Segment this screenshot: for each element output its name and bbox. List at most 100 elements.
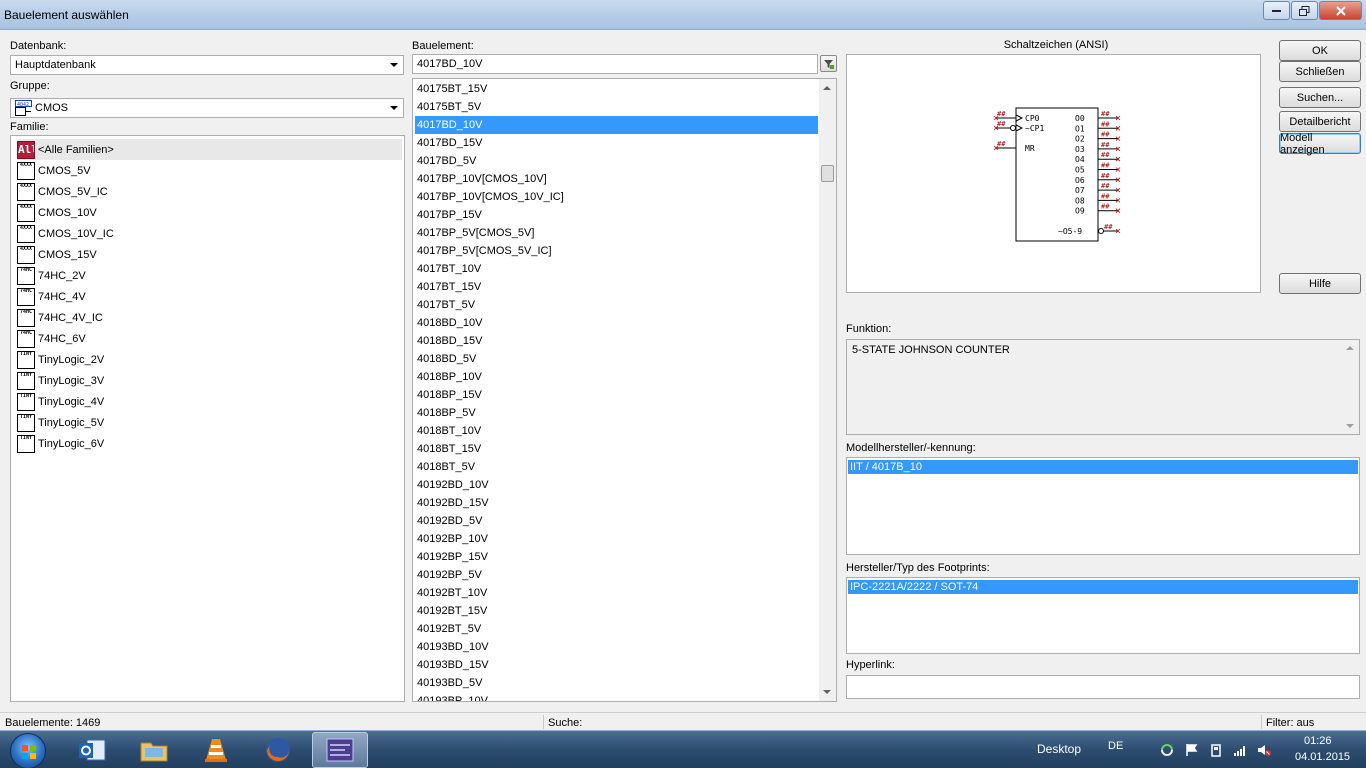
- component-item[interactable]: 40192BT_5V: [415, 620, 818, 638]
- show-model-button[interactable]: Modell anzeigen: [1279, 132, 1361, 156]
- component-item[interactable]: 40193BD_10V: [415, 638, 818, 656]
- family-label: CMOS_10V: [38, 206, 97, 219]
- taskbar-firefox[interactable]: [250, 732, 306, 768]
- footprint-selected-item[interactable]: IPC-2221A/2222 / SOT-74: [848, 580, 1358, 594]
- component-item[interactable]: 40192BP_15V: [415, 548, 818, 566]
- start-button[interactable]: [10, 733, 46, 768]
- component-item[interactable]: 4017BD_15V: [415, 134, 818, 152]
- component-item[interactable]: 4018BP_15V: [415, 386, 818, 404]
- family-item[interactable]: 4XXX CMOS_5V_IC: [17, 181, 402, 202]
- component-item[interactable]: 4017BP_10V[CMOS_10V]: [415, 170, 818, 188]
- network-sync-icon[interactable]: [1160, 743, 1174, 757]
- taskbar-explorer[interactable]: [126, 732, 182, 768]
- family-item[interactable]: 4XXX CMOS_5V: [17, 160, 402, 181]
- component-item[interactable]: 4018BP_5V: [415, 404, 818, 422]
- taskbar-vlc[interactable]: [188, 732, 244, 768]
- scrollbar-thumb[interactable]: [821, 165, 834, 182]
- component-item[interactable]: 4017BT_5V: [415, 296, 818, 314]
- bauelement-search-input[interactable]: 4017BD_10V: [412, 54, 818, 74]
- family-item[interactable]: 4XXX CMOS_15V: [17, 244, 402, 265]
- search-button[interactable]: Suchen...: [1279, 87, 1361, 108]
- datenbank-select[interactable]: Hauptdatenbank: [10, 55, 404, 75]
- scroll-down-icon[interactable]: [823, 690, 831, 694]
- vlc-icon: [205, 739, 227, 762]
- family-item[interactable]: All<Alle Familien>: [17, 139, 402, 160]
- close-button[interactable]: Schließen: [1279, 61, 1361, 82]
- component-item[interactable]: 40193BP_10V: [415, 692, 818, 701]
- minimize-button[interactable]: [1263, 1, 1290, 20]
- component-list[interactable]: 40175BT_15V 40175BT_5V 4017BD_10V 4017BD_15…: [412, 78, 837, 702]
- scroll-up-icon[interactable]: [1346, 346, 1354, 350]
- component-item[interactable]: 40192BT_15V: [415, 602, 818, 620]
- taskbar-multisim[interactable]: [312, 732, 368, 768]
- component-list-scrollbar[interactable]: [819, 79, 836, 701]
- component-item[interactable]: 4018BD_15V: [415, 332, 818, 350]
- clock-time[interactable]: 01:26: [1304, 735, 1332, 747]
- component-item[interactable]: 4018BT_5V: [415, 458, 818, 476]
- gruppe-select[interactable]: 4042 CMOS: [10, 98, 404, 118]
- component-item[interactable]: 4018BT_15V: [415, 440, 818, 458]
- family-item[interactable]: 74HC 74HC_6V: [17, 328, 402, 349]
- maximize-button[interactable]: [1291, 1, 1318, 20]
- component-item[interactable]: 40193BD_5V: [415, 674, 818, 692]
- volume-muted-icon[interactable]: [1257, 743, 1271, 757]
- title-bar[interactable]: Bauelement auswählen: [0, 0, 1366, 30]
- component-item[interactable]: 4017BT_15V: [415, 278, 818, 296]
- family-item[interactable]: 74HC 74HC_4V_IC: [17, 307, 402, 328]
- funktion-field[interactable]: 5-STATE JOHNSON COUNTER: [846, 339, 1360, 435]
- component-item[interactable]: 40192BP_10V: [415, 530, 818, 548]
- ok-button[interactable]: OK: [1279, 40, 1361, 61]
- family-item[interactable]: TINY TinyLogic_5V: [17, 412, 402, 433]
- modell-selected-item[interactable]: IIT / 4017B_10: [848, 460, 1358, 474]
- signal-strength-icon[interactable]: [1233, 743, 1247, 757]
- component-item[interactable]: 40192BD_5V: [415, 512, 818, 530]
- funktion-scrollbar[interactable]: [1342, 340, 1359, 434]
- help-button[interactable]: Hilfe: [1279, 273, 1361, 294]
- scroll-up-icon[interactable]: [823, 86, 831, 90]
- component-item[interactable]: 40175BT_5V: [415, 98, 818, 116]
- component-item[interactable]: 40192BP_5V: [415, 566, 818, 584]
- component-item[interactable]: 4017BP_5V[CMOS_5V]: [415, 224, 818, 242]
- family-item[interactable]: 4XXX CMOS_10V: [17, 202, 402, 223]
- family-item[interactable]: 74HC 74HC_4V: [17, 286, 402, 307]
- modell-list[interactable]: IIT / 4017B_10: [846, 457, 1360, 555]
- component-item[interactable]: 4017BP_10V[CMOS_10V_IC]: [415, 188, 818, 206]
- close-window-button[interactable]: [1319, 1, 1362, 20]
- component-item[interactable]: 4018BD_5V: [415, 350, 818, 368]
- family-list[interactable]: All<Alle Familien>4XXXCMOS_5V4XXXCMOS_5V…: [10, 135, 405, 702]
- component-item[interactable]: 4017BD_5V: [415, 152, 818, 170]
- component-item[interactable]: 4017BP_15V: [415, 206, 818, 224]
- component-item[interactable]: 4017BP_5V[CMOS_5V_IC]: [415, 242, 818, 260]
- family-item[interactable]: 74HC 74HC_2V: [17, 265, 402, 286]
- device-icon[interactable]: [1209, 743, 1223, 757]
- component-item[interactable]: 4017BD_10V: [415, 116, 818, 134]
- family-item[interactable]: 4XXX CMOS_10V_IC: [17, 223, 402, 244]
- footprint-list[interactable]: IPC-2221A/2222 / SOT-74: [846, 577, 1360, 654]
- family-item[interactable]: TINY TinyLogic_2V: [17, 349, 402, 370]
- filter-button[interactable]: [820, 55, 837, 72]
- component-item[interactable]: 40192BD_10V: [415, 476, 818, 494]
- desktop-toolbar[interactable]: Desktop: [1037, 742, 1081, 756]
- component-item[interactable]: 40175BT_15V: [415, 80, 818, 98]
- family-item[interactable]: TINY TinyLogic_6V: [17, 433, 402, 454]
- component-item[interactable]: 40193BD_15V: [415, 656, 818, 674]
- taskbar-outlook[interactable]: [64, 732, 120, 768]
- component-item[interactable]: 4018BP_10V: [415, 368, 818, 386]
- family-item[interactable]: TINY TinyLogic_3V: [17, 370, 402, 391]
- gruppe-value: CMOS: [35, 102, 68, 114]
- component-item[interactable]: 4018BD_10V: [415, 314, 818, 332]
- detail-report-button[interactable]: Detailbericht: [1279, 111, 1361, 132]
- component-item[interactable]: 4017BT_10V: [415, 260, 818, 278]
- action-center-flag-icon[interactable]: [1185, 743, 1199, 757]
- pin-number: ##: [1101, 172, 1110, 180]
- scroll-down-icon[interactable]: [1346, 424, 1354, 428]
- component-item[interactable]: 40192BD_15V: [415, 494, 818, 512]
- family-label: CMOS_5V: [38, 164, 91, 177]
- language-indicator[interactable]: DE: [1108, 740, 1123, 752]
- component-item[interactable]: 4018BT_10V: [415, 422, 818, 440]
- component-item[interactable]: 40192BT_10V: [415, 584, 818, 602]
- clock-date[interactable]: 04.01.2015: [1295, 751, 1350, 763]
- family-item[interactable]: TINY TinyLogic_4V: [17, 391, 402, 412]
- pin-label: O0: [1075, 114, 1085, 123]
- hyperlink-field[interactable]: [846, 675, 1360, 699]
